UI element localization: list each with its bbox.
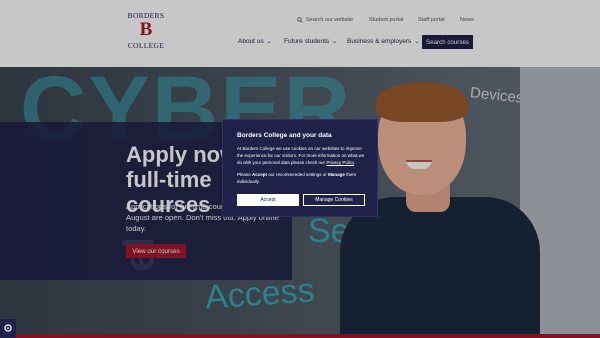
cookie-dialog-body: At Borders College we use cookies on our… [237, 145, 369, 166]
manage-cookies-button[interactable]: Manage Cookies [303, 194, 365, 206]
cookie-dialog-instructions: Please Accept our recommended settings o… [237, 171, 369, 185]
cookie-instr-prefix: Please [237, 172, 253, 177]
gear-icon: ⚙ [3, 323, 13, 335]
cookie-consent-dialog: Borders College and your data At Borders… [222, 119, 378, 217]
cookie-instr-accept: Accept [252, 172, 268, 177]
cookie-instr-manage: Manage [328, 172, 345, 177]
cookie-instr-mid: our recommended settings or [267, 172, 329, 177]
cookie-body-end: . [354, 160, 356, 165]
cookie-dialog-title: Borders College and your data [237, 132, 332, 139]
cookie-settings-button[interactable]: ⚙ [0, 319, 16, 338]
privacy-policy-link[interactable]: Privacy Policy [326, 160, 354, 165]
accept-cookies-button[interactable]: Accept [237, 194, 299, 206]
